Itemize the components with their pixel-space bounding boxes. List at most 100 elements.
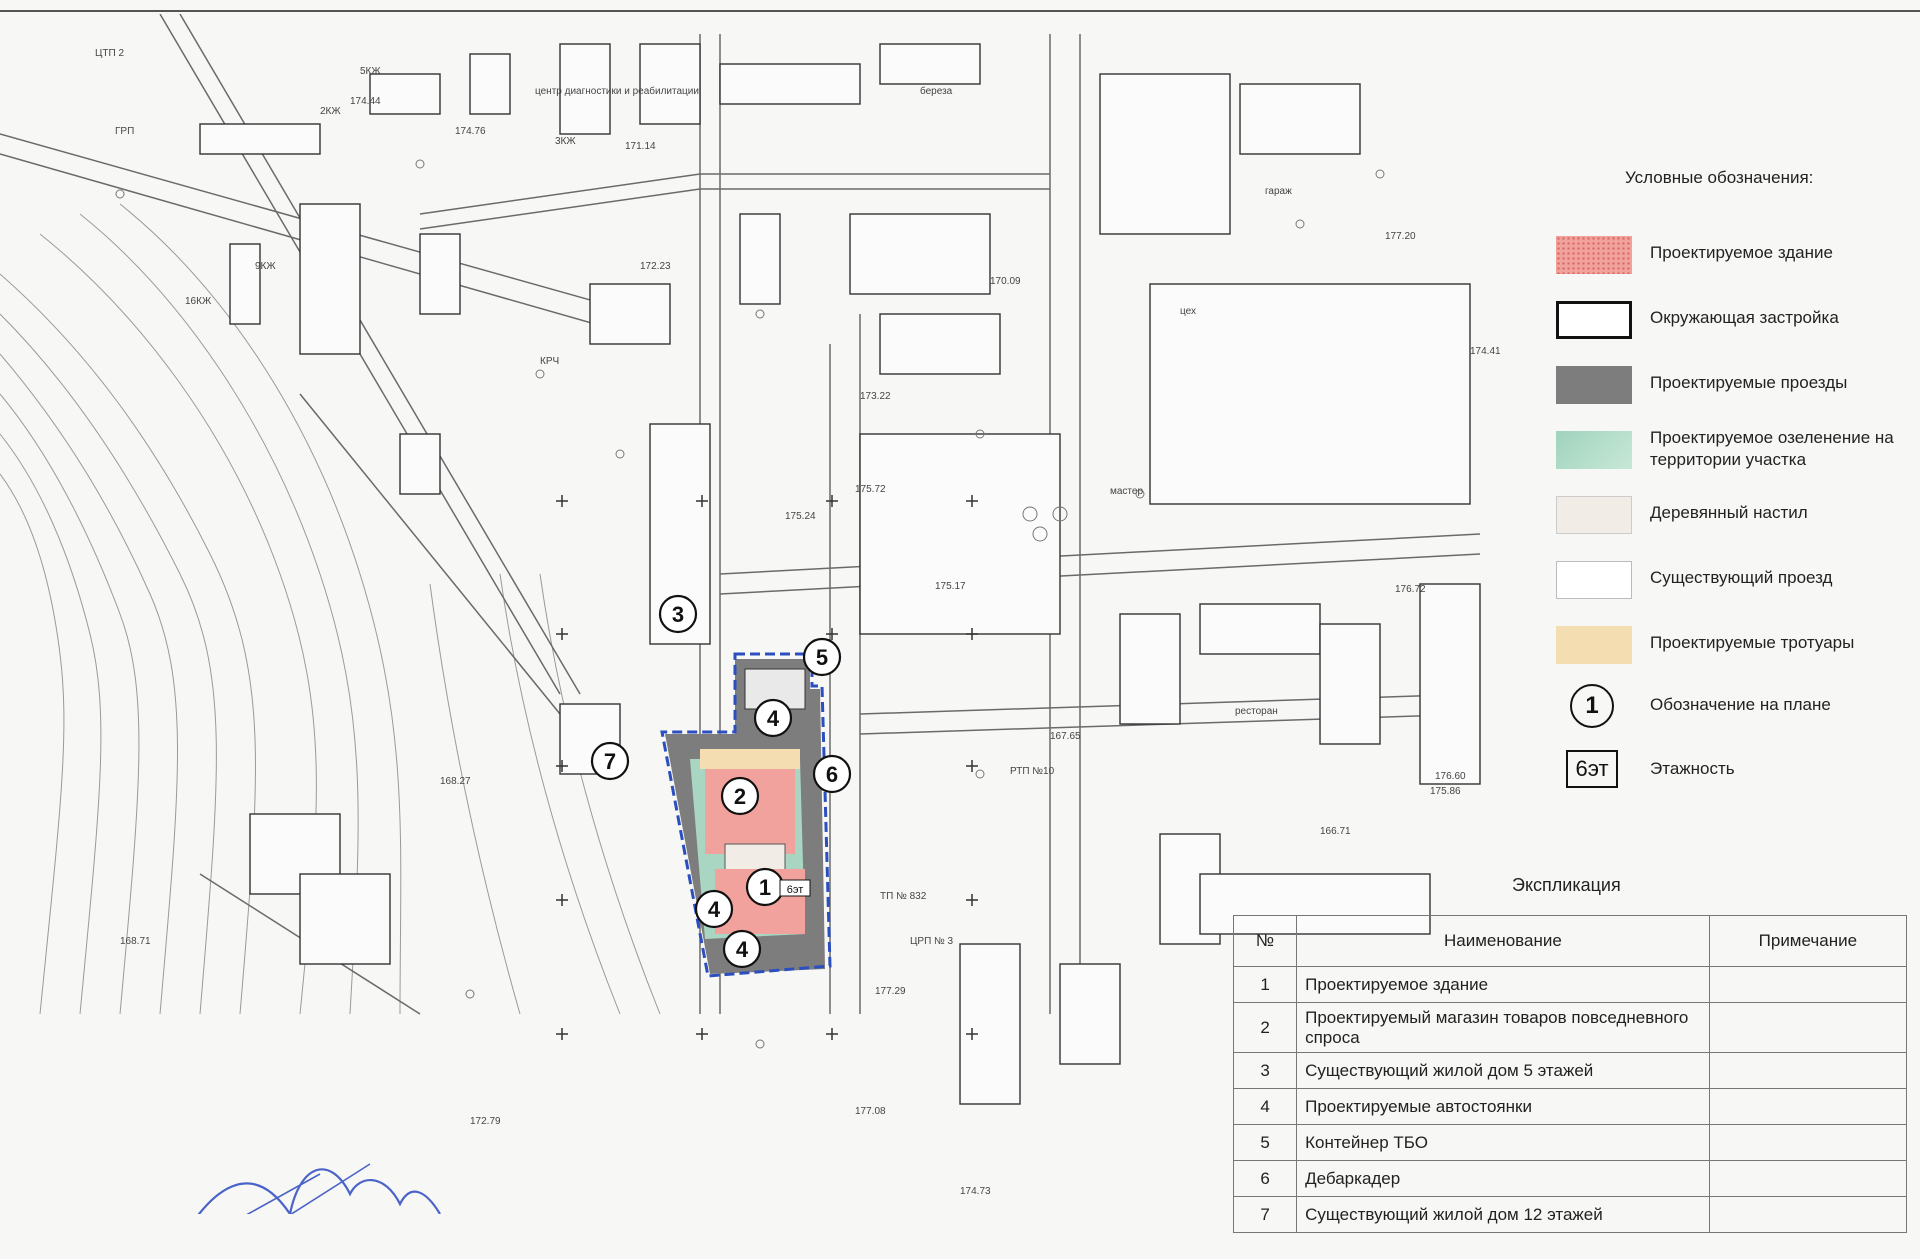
table-row: 6 Дебаркадер [1232,1160,1908,1197]
legend-swatch-proposed-greening [1556,431,1632,469]
header-name: Наименование [1296,915,1710,967]
map-label: 174.44 [350,96,381,107]
map-label: 167.65 [1050,731,1081,742]
row-num: 1 [1232,966,1298,1003]
legend-swatch-surrounding-buildings [1556,301,1632,339]
map-label: 166.71 [1320,826,1351,837]
row-name: Контейнер ТБО [1296,1124,1710,1161]
legend-item-proposed-sidewalks: Проектируемые тротуары [1538,624,1920,668]
map-label: 172.79 [470,1116,501,1127]
marker-7-label: 7 [604,749,616,774]
row-note [1708,966,1908,1003]
map-label: 175.24 [785,511,816,522]
row-num: 5 [1232,1124,1298,1161]
map-label: гараж [1265,186,1292,197]
row-num: 6 [1232,1160,1298,1197]
row-num: 4 [1232,1088,1298,1125]
map-label: 168.27 [440,776,471,787]
map-label: 177.20 [1385,231,1416,242]
row-note [1708,1052,1908,1089]
map-label: РТП №10 [1010,766,1055,777]
legend-label: Существующий проезд [1650,568,1833,587]
legend-label: Обозначение на плане [1650,695,1831,714]
site-sidewalk [700,749,800,769]
legend-swatch-wooden-deck [1556,496,1632,534]
row-name: Проектируемые автостоянки [1296,1088,1710,1125]
explication-header-row: № Наименование Примечание [1232,915,1908,967]
map-label: ТП № 832 [880,891,927,902]
legend-label: Этажность [1650,759,1735,778]
legend-label: Проектируемое озеленение на территории у… [1650,428,1894,469]
row-name: Существующий жилой дом 12 этажей [1296,1196,1710,1233]
marker-2-label: 2 [734,784,746,809]
legend-item-wooden-deck: Деревянный настил [1538,494,1920,538]
legend-item-plan-marker: 1 Обозначение на плане [1538,684,1920,730]
legend-swatch-proposed-sidewalks [1556,626,1632,664]
map-label: 174.41 [1470,346,1500,357]
map-label: 173.22 [860,391,891,402]
map-label: КРЧ [540,356,559,367]
marker-4a-label: 4 [767,706,780,731]
table-row: 7 Существующий жилой дом 12 этажей [1232,1196,1908,1233]
drawing-sheet: 123444567 ЦТП 2 ГРП 2КЖ 3КЖ 5КЖ 16КЖ 9КЖ ЦРП № … [0,0,1920,1259]
map-label: 175.72 [855,484,886,495]
row-note [1708,1196,1908,1233]
map-label: ресторан [1235,706,1278,717]
legend-item-existing-driveway: Существующий проезд [1538,559,1920,603]
marker-5-label: 5 [816,645,828,670]
row-name: Проектируемое здание [1296,966,1710,1003]
row-note [1708,1088,1908,1125]
legend-swatch-existing-driveway [1556,561,1632,599]
legend-item-surrounding-buildings: Окружающая застройка [1538,299,1920,343]
legend-item-proposed-greening: Проектируемое озеленение на территории у… [1538,428,1920,473]
row-name: Проектируемый магазин товаров повседневн… [1296,1002,1710,1053]
table-row: 1 Проектируемое здание [1232,966,1908,1003]
map-label: ГРП [115,126,134,137]
map-label: ЦРП № 3 [910,936,954,947]
row-num: 3 [1232,1052,1298,1089]
map-label: 174.73 [960,1186,991,1197]
legend-swatch-proposed-driveways [1556,366,1632,404]
map-label: 176.60 [1435,771,1466,782]
legend-item-proposed-driveways: Проектируемые проезды [1538,364,1920,408]
map-label: береза [920,85,953,97]
marker-4c-label: 4 [736,937,749,962]
legend-item-proposed-building: Проектируемое здание [1538,234,1920,278]
row-note [1708,1124,1908,1161]
table-row: 5 Контейнер ТБО [1232,1124,1908,1161]
site-storey-label: 6эт [787,884,804,896]
marker-1-label: 1 [759,875,771,900]
legend-title: Условные обозначения: [1625,168,1814,187]
sheet-top-border [0,10,1920,12]
map-label: 16КЖ [185,296,212,307]
legend-item-storeys: 6эт Этажность [1538,750,1920,794]
marker-4b-label: 4 [708,897,721,922]
map-label: 5КЖ [360,66,381,77]
map-label: 176.72 [1395,584,1426,595]
table-row: 4 Проектируемые автостоянки [1232,1088,1908,1125]
legend-marker-circle: 1 [1570,684,1614,728]
legend-swatch-proposed-building [1556,236,1632,274]
map-label: 171.14 [625,141,656,152]
row-num: 7 [1232,1196,1298,1233]
map-label: 170.09 [990,276,1021,287]
row-note [1708,1160,1908,1197]
marker-6-label: 6 [826,762,838,787]
map-label: 174.76 [455,126,486,137]
legend-label: Проектируемое здание [1650,243,1833,262]
row-name: Существующий жилой дом 5 этажей [1296,1052,1710,1089]
explication-title: Экспликация [1512,875,1621,895]
map-label: 3КЖ [555,136,576,147]
header-num: № [1232,915,1298,967]
map-label: ЦТП 2 [95,48,124,59]
legend-label: Окружающая застройка [1650,308,1839,327]
map-label: 9КЖ [255,261,276,272]
legend-label: Проектируемые тротуары [1650,633,1855,652]
table-row: 3 Существующий жилой дом 5 этажей [1232,1052,1908,1089]
row-num: 2 [1232,1002,1298,1053]
map-label: мастер [1110,486,1143,497]
map-label: 168.71 [120,936,151,947]
legend-label: Проектируемые проезды [1650,373,1848,392]
map-label: 177.08 [855,1106,886,1117]
map-label: цех [1180,306,1196,317]
